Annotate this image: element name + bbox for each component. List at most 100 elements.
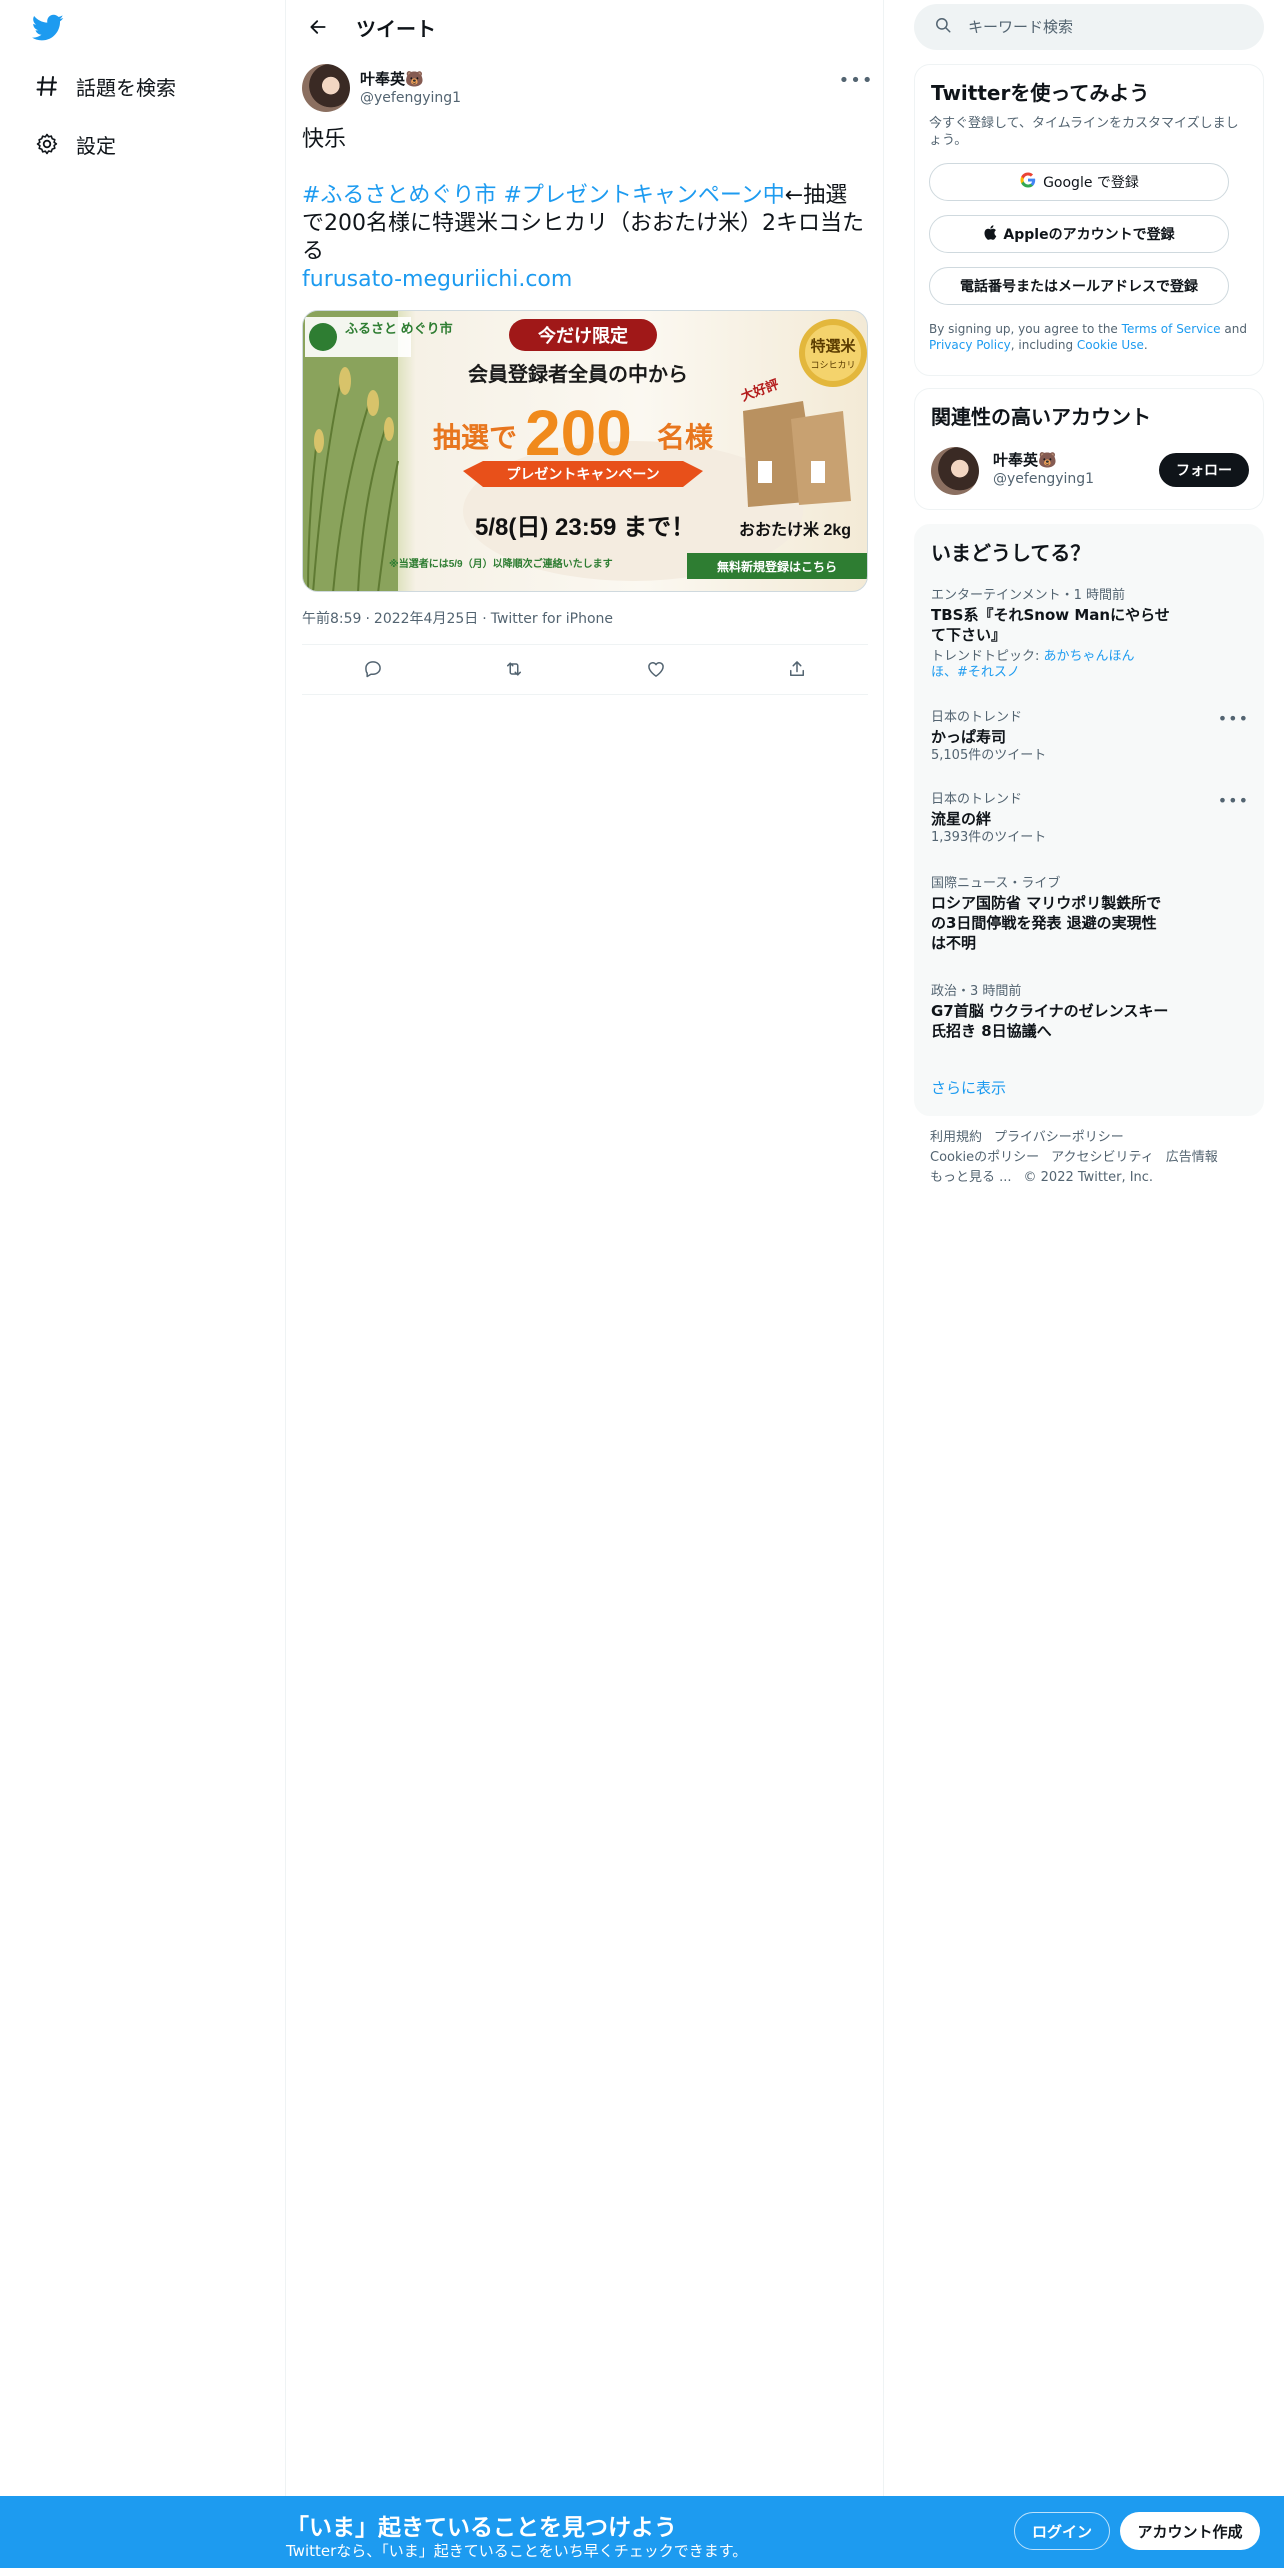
tweet-actions	[302, 650, 868, 688]
footer-cookie[interactable]: Cookieのポリシー	[930, 1150, 1039, 1165]
avatar[interactable]	[931, 447, 979, 495]
author-handle[interactable]: @yefengying1	[360, 90, 461, 106]
image-badge-sub: コシヒカリ	[810, 360, 855, 370]
phone-signup-button[interactable]: 電話番号またはメールアドレスで登録	[929, 267, 1229, 305]
apple-signup-button[interactable]: Appleのアカウントで登録	[929, 215, 1229, 253]
google-signup-button[interactable]: Google で登録	[929, 163, 1229, 201]
nav-settings-label: 設定	[76, 133, 116, 158]
tweet-text: 快乐 #ふるさとめぐり市 #プレゼントキャンペーン中←抽選で200名様に特選米コ…	[302, 126, 868, 294]
bottom-bar-subtitle: Twitterなら、「いま」起きていることをいち早くチェックできます。	[286, 2542, 748, 2560]
search-bar[interactable]	[914, 4, 1264, 50]
trend-topic: トレンドトピック: あかちゃんほんほ、#それスノ	[931, 649, 1151, 681]
trend-category: 日本のトレンド	[931, 792, 1023, 807]
trend-item[interactable]: 政治・3 時間前 G7首脳 ウクライナのゼレンスキー氏招き 8日協議へ	[931, 983, 1249, 1041]
privacy-link[interactable]: Privacy Policy	[929, 338, 1011, 352]
nav-settings[interactable]: 設定	[30, 118, 116, 170]
signup-legal: By signing up, you agree to the Terms of…	[929, 321, 1251, 353]
nav-explore-label: 話題を検索	[76, 75, 176, 100]
arrow-left-icon[interactable]	[300, 9, 336, 45]
trend-name: G7首脳 ウクライナのゼレンスキー氏招き 8日協議へ	[931, 1002, 1169, 1040]
image-headline: 会員登録者全員の中から	[468, 362, 688, 386]
more-icon[interactable]: •••	[1218, 791, 1249, 810]
trends-card: いまどうしてる？ エンターテインメント・1 時間前 TBS系『それSnow Ma…	[914, 524, 1264, 1116]
trend-item[interactable]: 国際ニュース・ライブ ロシア国防省 マリウポリ製鉄所での3日間停戦を発表 退避の…	[931, 875, 1249, 953]
terms-link[interactable]: Terms of Service	[1122, 322, 1221, 336]
tweet-time[interactable]: 午前8:59	[302, 611, 361, 627]
legal-text: By signing up, you agree to the	[929, 322, 1118, 336]
image-deadline: 5/8(日) 23:59 まで！	[475, 514, 695, 541]
trend-count: 5,105件のツイート	[931, 748, 1047, 763]
more-icon[interactable]: •••	[839, 68, 873, 92]
legal-text: , including	[1010, 338, 1074, 352]
trend-name: ロシア国防省 マリウポリ製鉄所での3日間停戦を発表 退避の実現性は不明	[931, 894, 1162, 952]
gear-icon	[30, 127, 64, 161]
footer-accessibility[interactable]: アクセシビリティ	[1051, 1150, 1154, 1165]
bottom-bar-title: 「いま」起きていることを見つけよう	[286, 2515, 677, 2541]
cookie-link[interactable]: Cookie Use	[1077, 338, 1144, 352]
hashtag-link[interactable]: #プレゼントキャンペーン中	[503, 183, 784, 208]
hashtag-link[interactable]: #ふるさとめぐり市	[302, 183, 496, 208]
share-icon[interactable]	[779, 651, 815, 687]
tweet-header: ツイート	[286, 0, 883, 54]
signup-title: Twitterを使ってみよう	[931, 81, 1150, 105]
login-button[interactable]: ログイン	[1014, 2512, 1110, 2550]
page-title: ツイート	[356, 16, 436, 41]
footer-links: 利用規約 プライバシーポリシー Cookieのポリシー アクセシビリティ 広告情報 も…	[930, 1128, 1260, 1188]
avatar[interactable]	[302, 64, 350, 112]
follow-button[interactable]: フォロー	[1159, 453, 1249, 487]
apple-icon	[983, 224, 997, 245]
reply-icon[interactable]	[355, 651, 391, 687]
image-badge-main: 特選米	[810, 337, 856, 355]
footer-terms[interactable]: 利用規約	[930, 1130, 982, 1145]
divider	[302, 694, 868, 695]
tweet-line-1: 快乐	[302, 127, 347, 152]
trend-item[interactable]: エンターテインメント・1 時間前 TBS系『それSnow Manにやらせて下さい…	[931, 587, 1249, 681]
image-banner-top: 今だけ限定	[538, 325, 628, 346]
image-lottery-prefix: 抽選で	[433, 422, 517, 453]
footer-copyright: © 2022 Twitter, Inc.	[1023, 1170, 1154, 1185]
phone-signup-label: 電話番号またはメールアドレスで登録	[960, 279, 1198, 295]
related-name[interactable]: 叶奉英🐻	[993, 449, 1057, 470]
tweet-url-link[interactable]: furusato-meguriichi.com	[302, 267, 572, 292]
trend-category: 政治・3 時間前	[931, 984, 1022, 999]
show-more-link[interactable]: さらに表示	[931, 1077, 1006, 1098]
tweet-body: #ふるさとめぐり市 #プレゼントキャンペーン中←抽選で200名様に特選米コシヒカ…	[302, 182, 868, 266]
author-name[interactable]: 叶奉英🐻	[360, 68, 424, 89]
trend-category: 日本のトレンド	[931, 710, 1023, 725]
trend-item[interactable]: 日本のトレンド 流星の絆 1,393件のツイート •••	[931, 791, 1249, 847]
signup-card: Twitterを使ってみよう 今すぐ登録して、タイムラインをカスタマイズしましょ…	[914, 64, 1264, 376]
image-lottery-suffix: 名様	[657, 422, 714, 453]
image-lottery-number: 200	[525, 397, 632, 469]
trend-item[interactable]: 日本のトレンド かっぱ寿司 5,105件のツイート •••	[931, 709, 1249, 765]
hashtag-icon	[30, 69, 64, 103]
like-icon[interactable]	[638, 651, 674, 687]
trends-title: いまどうしてる？	[931, 541, 1091, 565]
image-ribbon: プレゼントキャンペーン	[506, 466, 659, 482]
trend-category: エンターテインメント・1 時間前	[931, 588, 1126, 603]
apple-signup-label: Appleのアカウントで登録	[1003, 227, 1175, 243]
bottom-signup-bar: 「いま」起きていることを見つけよう Twitterなら、「いま」起きていることを…	[0, 2496, 1284, 2568]
image-popular: 大好評	[739, 376, 781, 403]
footer-privacy[interactable]: プライバシーポリシー	[994, 1130, 1124, 1145]
more-icon[interactable]: •••	[1218, 709, 1249, 728]
trend-category: 国際ニュース・ライブ	[931, 876, 1061, 891]
twitter-bird-icon[interactable]	[31, 14, 66, 44]
search-input[interactable]	[968, 18, 1228, 36]
related-handle[interactable]: @yefengying1	[993, 471, 1094, 487]
google-icon	[1019, 171, 1037, 193]
footer-ads[interactable]: 広告情報	[1166, 1150, 1218, 1165]
nav-explore[interactable]: 話題を検索	[30, 60, 176, 112]
trend-count: 1,393件のツイート	[931, 830, 1047, 845]
create-account-button[interactable]: アカウント作成	[1120, 2512, 1260, 2550]
tweet-date[interactable]: 2022年4月25日	[374, 611, 478, 627]
trend-name: 流星の絆	[931, 810, 992, 828]
trend-topic-prefix: トレンドトピック:	[931, 649, 1044, 664]
divider	[302, 644, 868, 645]
google-signup-label: Google で登録	[1043, 175, 1139, 191]
tweet-author: 叶奉英🐻 @yefengying1 •••	[302, 64, 873, 114]
tweet-column: ツイート 叶奉英🐻 @yefengying1 ••• 快乐 #ふるさとめぐり市 …	[286, 0, 884, 2568]
footer-more[interactable]: もっと見る ...	[930, 1170, 1012, 1185]
retweet-icon[interactable]	[496, 651, 532, 687]
tweet-image[interactable]: ふるさと めぐり市 今だけ限定 会員登録者全員の中から 抽選で 200 名様 プ…	[302, 310, 868, 592]
signup-subtitle: 今すぐ登録して、タイムラインをカスタマイズしましょう。	[929, 116, 1239, 148]
